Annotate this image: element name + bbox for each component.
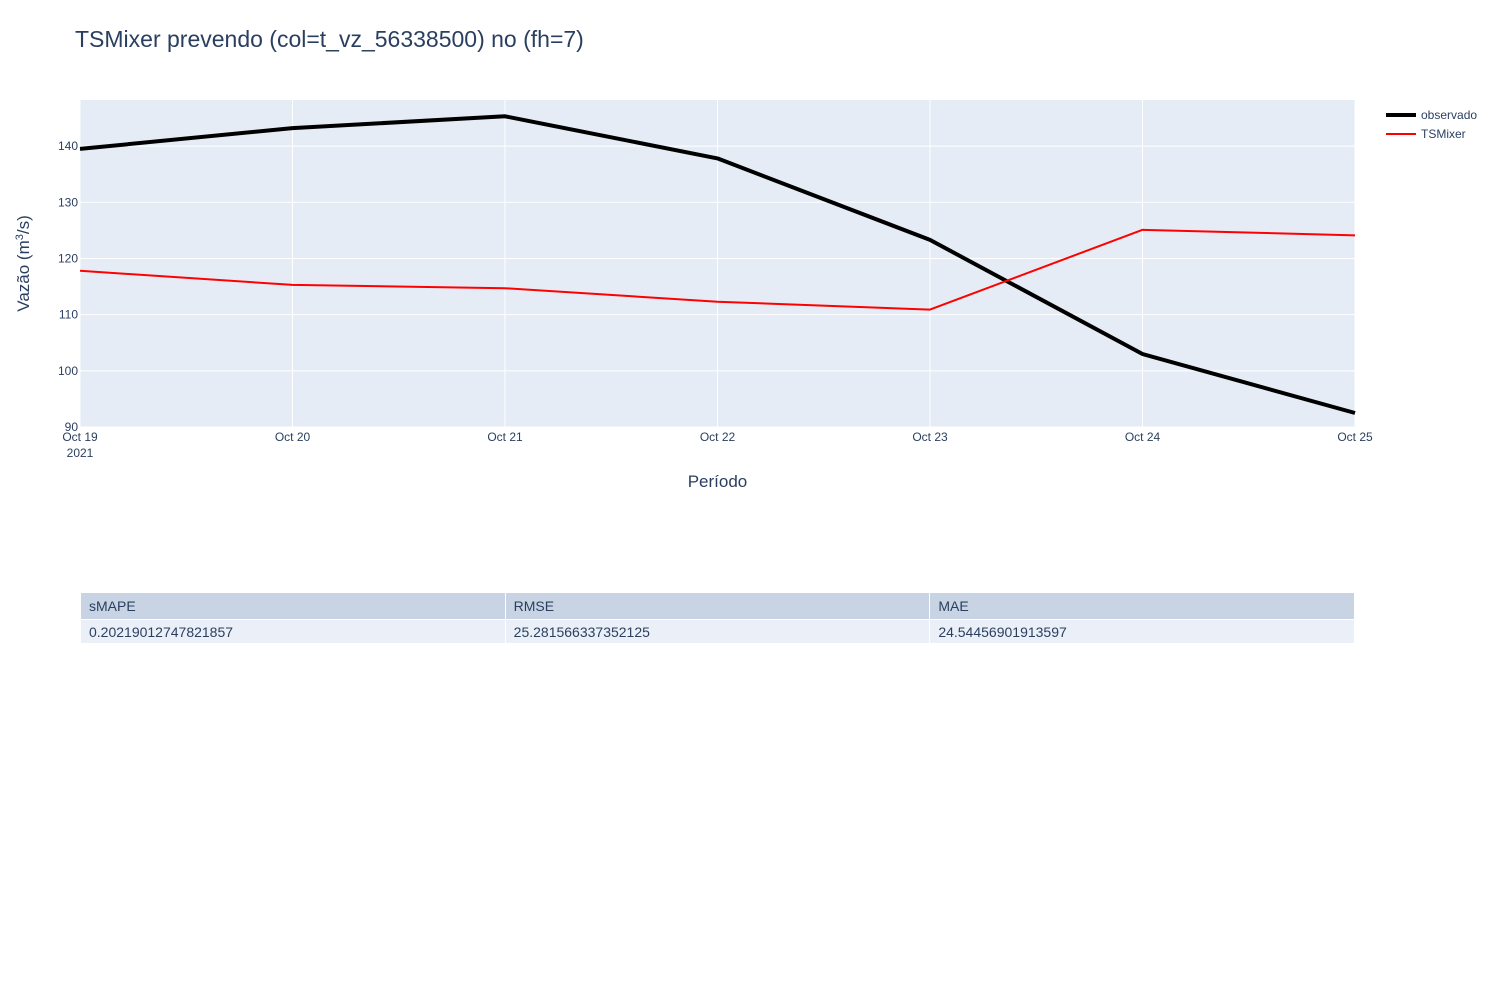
x-axis-ticks: Oct 19 Oct 20 Oct 21 Oct 22 Oct 23 Oct 24 Oct … [62, 430, 1373, 460]
x-tick-label: Oct 22 [700, 430, 736, 444]
x-tick-year-label: 2021 [67, 446, 94, 460]
metrics-table: sMAPE RMSE MAE 0.20219012747821857 25.28… [80, 592, 1355, 644]
x-tick-label: Oct 21 [487, 430, 523, 444]
x-axis-title: Período [688, 472, 748, 491]
y-tick-label: 100 [58, 364, 78, 378]
y-tick-label: 110 [59, 308, 78, 322]
header-mae: MAE [929, 592, 1355, 620]
legend-label: TSMixer [1421, 127, 1466, 141]
cell-mae: 24.54456901913597 [929, 619, 1355, 644]
x-tick-label: Oct 24 [1125, 430, 1161, 444]
y-tick-label: 130 [58, 195, 78, 209]
x-tick-label: Oct 25 [1337, 430, 1373, 444]
legend: observado TSMixer [1386, 108, 1477, 141]
table-row: 0.20219012747821857 25.281566337352125 2… [80, 619, 1355, 644]
header-smape: sMAPE [80, 592, 506, 620]
line-chart: 90100110120130140 Oct 19 Oct 20 Oct 21 Oct … [14, 100, 1477, 491]
y-axis-ticks: 90100110120130140 [58, 139, 78, 434]
cell-rmse: 25.281566337352125 [504, 619, 931, 644]
y-tick-label: 140 [58, 139, 78, 153]
header-rmse: RMSE [504, 592, 931, 620]
legend-label: observado [1421, 108, 1477, 122]
x-tick-label: Oct 23 [912, 430, 948, 444]
cell-smape: 0.20219012747821857 [80, 619, 506, 644]
y-axis-title: Vazão (m3/s) [14, 215, 33, 312]
y-tick-label: 120 [58, 251, 78, 265]
x-tick-label: Oct 19 [62, 430, 98, 444]
metrics-header-row: sMAPE RMSE MAE [80, 592, 1355, 620]
x-tick-label: Oct 20 [275, 430, 311, 444]
y-axis-title-main: Vazão (m [14, 240, 33, 312]
y-axis-title-tail: /s) [14, 215, 33, 234]
